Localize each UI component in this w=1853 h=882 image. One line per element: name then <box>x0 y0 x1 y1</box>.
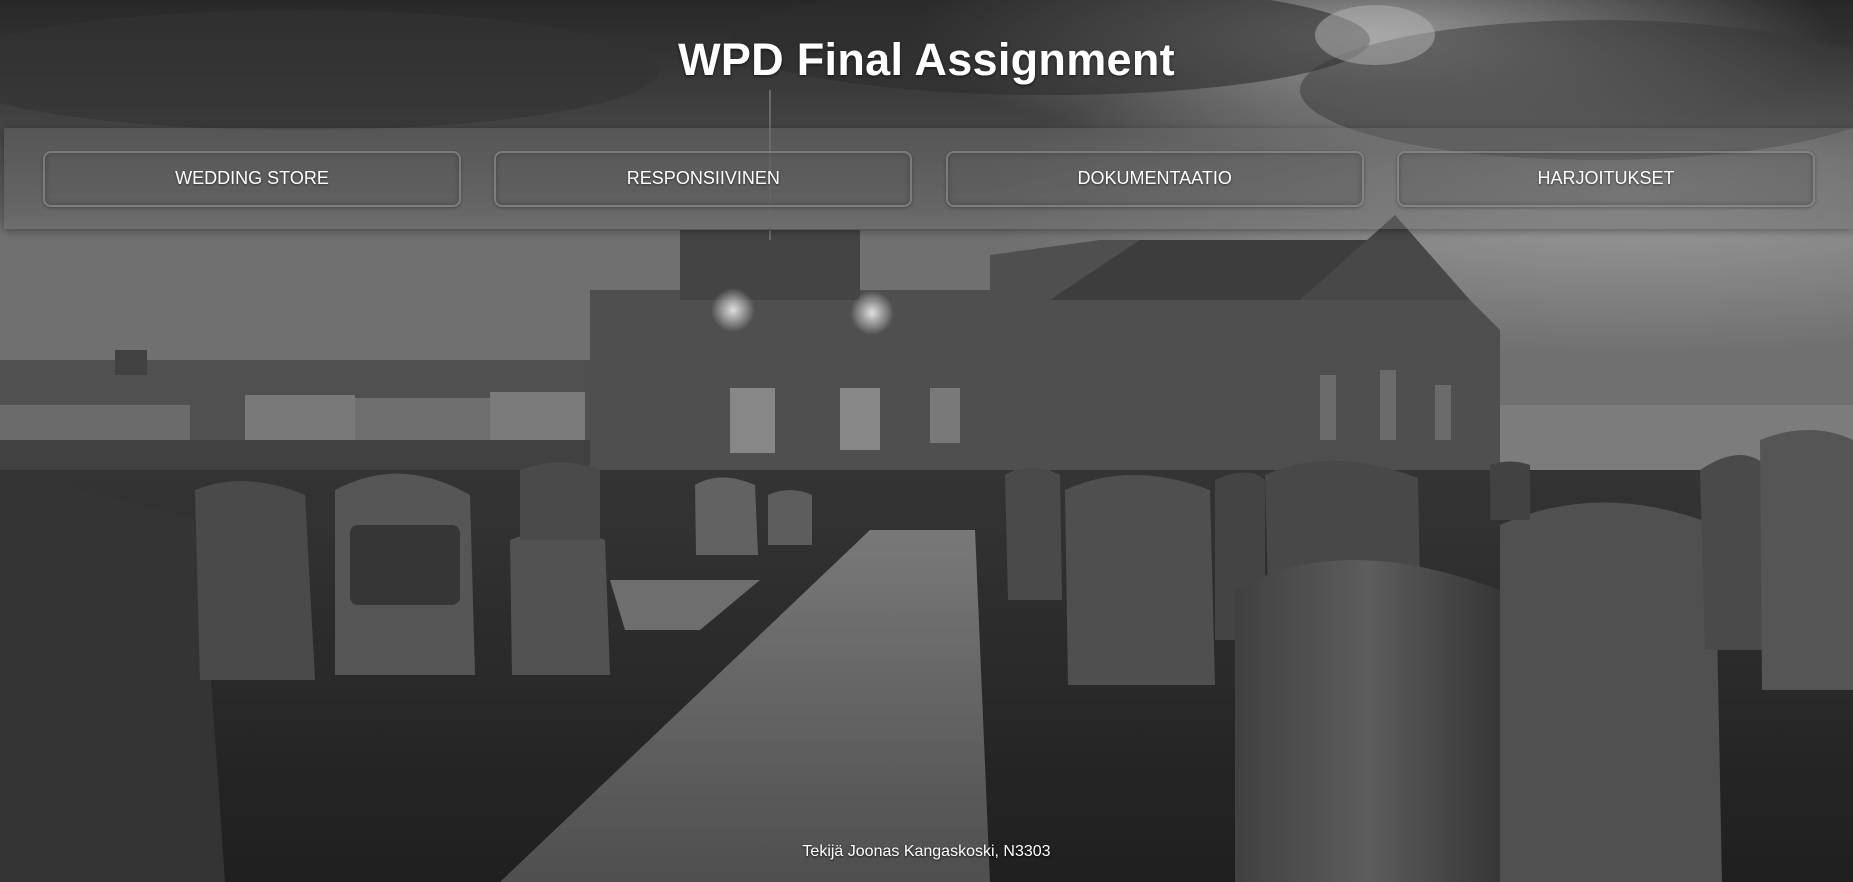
nav-button-dokumentaatio[interactable]: DOKUMENTAATIO <box>945 150 1364 207</box>
nav-button-wedding-store[interactable]: WEDDING STORE <box>43 150 461 207</box>
nav-button-harjoitukset[interactable]: HARJOITUKSET <box>1396 150 1815 207</box>
nav-button-responsiivinen[interactable]: RESPONSIIVINEN <box>494 150 913 207</box>
page-title: WPD Final Assignment <box>678 34 1175 85</box>
main-navigation: WEDDING STORE RESPONSIIVINEN DOKUMENTAAT… <box>4 128 1853 229</box>
page: WPD Final Assignment WEDDING STORE RESPO… <box>0 0 1853 882</box>
footer-credit: Tekijä Joonas Kangaskoski, N3303 <box>802 843 1051 860</box>
